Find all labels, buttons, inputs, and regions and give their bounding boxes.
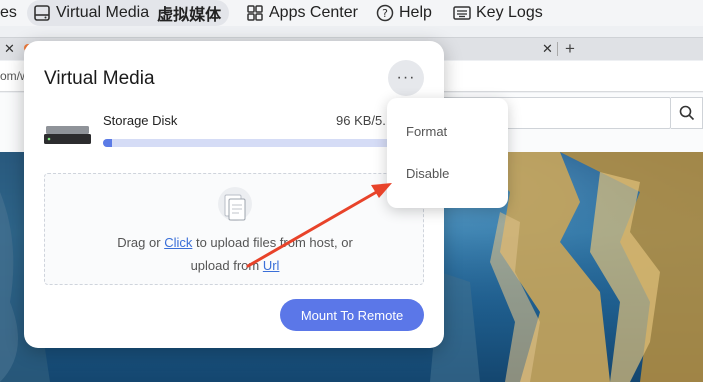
disk-name: Storage Disk (103, 113, 178, 128)
search-icon (679, 105, 694, 121)
menu-item-format[interactable]: Format (406, 124, 447, 139)
toolbar-item-partial[interactable]: es (0, 0, 17, 26)
help-icon: ? (376, 4, 394, 22)
drop-instructions-line1: Drag or Click to upload files from host,… (45, 235, 425, 250)
toolbar-partial-label: es (0, 4, 17, 21)
help-label: Help (399, 4, 432, 21)
new-tab-icon[interactable]: + (565, 39, 575, 59)
toolbar-item-virtual-media[interactable]: Virtual Media 虚拟媒体 (27, 0, 230, 26)
disk-transfer-speed: 96 KB/5. (336, 113, 386, 128)
mount-to-remote-button[interactable]: Mount To Remote (280, 299, 424, 331)
drop-line2-prefix: upload from (190, 258, 263, 273)
url-upload-link[interactable]: Url (263, 258, 280, 273)
click-upload-link[interactable]: Click (164, 235, 192, 250)
svg-text:?: ? (382, 7, 388, 20)
keyboard-icon (453, 4, 471, 22)
apps-center-label: Apps Center (269, 4, 358, 21)
files-icon (217, 186, 253, 231)
key-logs-label: Key Logs (476, 4, 543, 21)
drop-instructions-line2: upload from Url (45, 258, 425, 273)
more-options-menu: Format Disable (387, 98, 508, 208)
apps-grid-icon (246, 4, 264, 22)
drive-icon (33, 4, 51, 22)
upload-progress-bar (103, 139, 393, 147)
virtual-media-dialog: Virtual Media ··· Storage Disk 96 KB/5. … (24, 41, 444, 348)
dialog-title: Virtual Media (44, 68, 155, 89)
disk-drive-icon (44, 126, 91, 149)
file-drop-zone[interactable]: Drag or Click to upload files from host,… (44, 173, 424, 285)
toolbar-item-key-logs[interactable]: Key Logs (453, 0, 543, 26)
menu-item-disable[interactable]: Disable (406, 166, 449, 181)
tab-close-icon[interactable]: ✕ (542, 41, 553, 57)
drop-prefix-text: Drag or (117, 235, 165, 250)
search-button[interactable] (671, 97, 703, 129)
more-options-button[interactable]: ··· (388, 60, 424, 96)
drop-mid-text: to upload files from host, or (192, 235, 353, 250)
virtual-media-cn-label: 虚拟媒体 (157, 7, 222, 24)
toolbar-item-apps-center[interactable]: Apps Center (246, 0, 358, 26)
tab-close-icon[interactable]: ✕ (4, 41, 15, 57)
toolbar-item-help[interactable]: ? Help (376, 0, 432, 26)
top-toolbar: es Virtual Media 虚拟媒体 Apps Center ? Help… (0, 0, 703, 26)
upload-progress-fill (103, 139, 112, 147)
tab-divider (557, 42, 558, 56)
virtual-media-label: Virtual Media (56, 4, 150, 21)
